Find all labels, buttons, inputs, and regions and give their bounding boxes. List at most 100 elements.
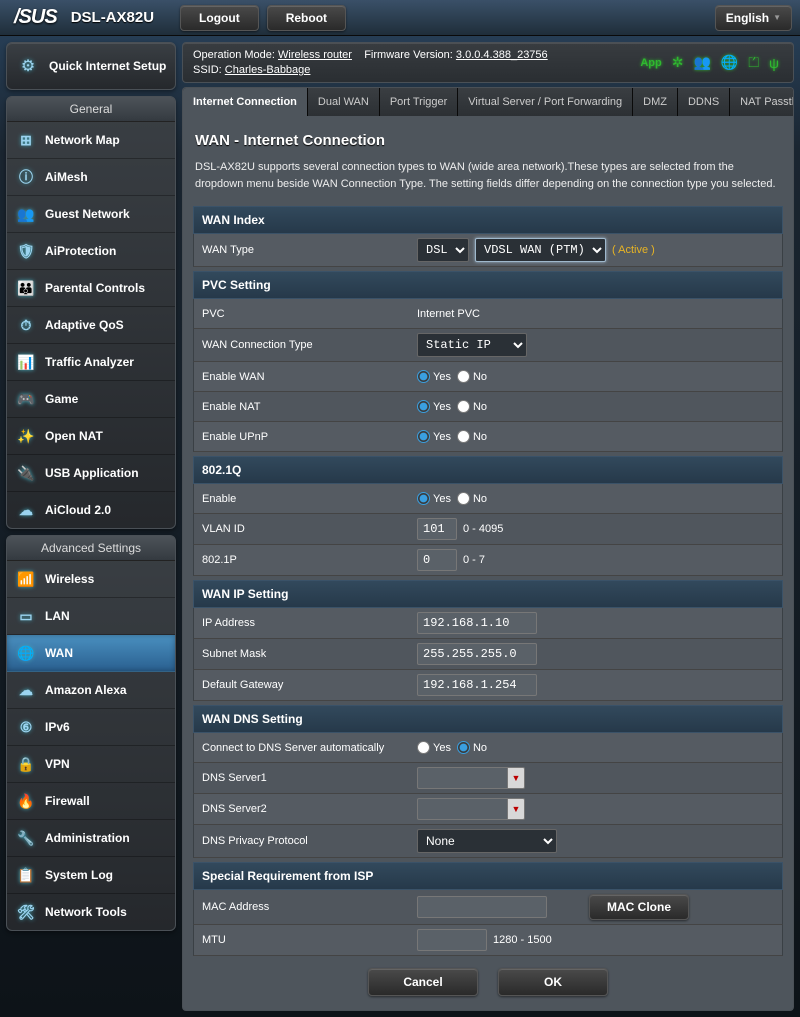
auto-dns-no[interactable] [457,741,470,754]
tab-virtual-server-port-forwarding[interactable]: Virtual Server / Port Forwarding [458,88,633,116]
app-link[interactable]: App [640,57,661,69]
enable-upnp-yes[interactable] [417,430,430,443]
language-selector[interactable]: English ▼ [715,5,792,31]
8021p-input[interactable] [417,549,457,571]
dns1-dropdown-button[interactable]: ▼ [507,767,525,789]
sidebar-item-lan[interactable]: ▭LAN [7,598,175,635]
section-header-general: General [7,97,175,122]
sidebar-item-adaptive-qos[interactable]: ⏱Adaptive QoS [7,307,175,344]
sidebar-item-aicloud-2-0[interactable]: ☁AiCloud 2.0 [7,492,175,528]
tab-ddns[interactable]: DDNS [678,88,730,116]
menu-label: System Log [45,868,113,882]
sidebar-item-wan[interactable]: 🌐WAN [7,635,175,672]
ip-input[interactable] [417,612,537,634]
row-dns-priv: DNS Privacy ProtocolNone [193,825,783,858]
enable-wan-no[interactable] [457,370,470,383]
sidebar-item-administration[interactable]: 🔧Administration [7,820,175,857]
menu-icon: ⊞ [15,129,37,151]
reboot-button[interactable]: Reboot [267,5,346,31]
sidebar-item-wireless[interactable]: 📶Wireless [7,561,175,598]
fw-label: Firmware Version: [364,49,453,61]
tab-dmz[interactable]: DMZ [633,88,678,116]
dns-priv-select[interactable]: None [417,829,557,853]
menu-label: Guest Network [45,207,130,221]
logout-button[interactable]: Logout [180,5,259,31]
ssid-link[interactable]: Charles-Babbage [225,64,311,76]
wan-type-select-2[interactable]: VDSL WAN (PTM) [475,238,606,262]
sidebar-item-vpn[interactable]: 🔒VPN [7,746,175,783]
sidebar-item-network-map[interactable]: ⊞Network Map [7,122,175,159]
q-enable-yes[interactable] [417,492,430,505]
mac-input[interactable] [417,896,547,918]
mask-input[interactable] [417,643,537,665]
users-icon[interactable]: 👥 [693,54,710,71]
tab-internet-connection[interactable]: Internet Connection [183,88,308,116]
menu-label: USB Application [45,466,139,480]
enable-wan-yes[interactable] [417,370,430,383]
row-wan-type: WAN Type DSL VDSL WAN (PTM) ( Active ) [193,234,783,267]
page-description: DSL-AX82U supports several connection ty… [193,159,783,202]
sidebar-item-aimesh[interactable]: ⓘAiMesh [7,159,175,196]
tab-nat-passthrough[interactable]: NAT Passthrough [730,88,794,116]
mtu-input[interactable] [417,929,487,951]
brand-logo: /SUS [8,6,63,29]
qis-label: Quick Internet Setup [49,59,166,73]
sidebar-item-ipv6[interactable]: ⑥IPv6 [7,709,175,746]
vlan-id-input[interactable] [417,518,457,540]
menu-icon: ☁ [15,679,37,701]
enable-upnp-no[interactable] [457,430,470,443]
enable-nat-no[interactable] [457,400,470,413]
menu-label: Open NAT [45,429,103,443]
auto-dns-yes[interactable] [417,741,430,754]
menu-label: Amazon Alexa [45,683,127,697]
menu-icon: 🎮 [15,388,37,410]
row-dns1: DNS Server1▼ [193,763,783,794]
dns2-input[interactable] [417,798,507,820]
conn-type-select[interactable]: Static IP [417,333,527,357]
row-vlan-id: VLAN ID0 - 4095 [193,514,783,545]
sidebar-item-usb-application[interactable]: 🔌 USB Application [7,455,175,492]
q-enable-no[interactable] [457,492,470,505]
tab-port-trigger[interactable]: Port Trigger [380,88,458,116]
row-enable-wan: Enable WANYesNo [193,362,783,392]
menu-icon: 🛠 [15,901,37,923]
menu-icon: 📋 [15,864,37,886]
info-bar: Operation Mode: Wireless router Firmware… [182,42,794,83]
row-mac: MAC AddressMAC Clone [193,890,783,925]
sidebar-item-firewall[interactable]: 🔥Firewall [7,783,175,820]
menu-icon: 🔌 [15,462,37,484]
row-enable-upnp: Enable UPnPYesNo [193,422,783,452]
section-wan-ip: WAN IP Setting [193,580,783,608]
enable-nat-yes[interactable] [417,400,430,413]
dns2-dropdown-button[interactable]: ▼ [507,798,525,820]
general-section: General ⊞Network MapⓘAiMesh👥Guest Networ… [6,96,176,529]
row-enable-nat: Enable NATYesNo [193,392,783,422]
row-gateway: Default Gateway [193,670,783,701]
gear-status-icon[interactable]: ✲ [672,54,684,71]
sidebar-item-game[interactable]: 🎮 Game [7,381,175,418]
sidebar-item-open-nat[interactable]: ✨Open NAT [7,418,175,455]
sidebar-item-aiprotection[interactable]: 🛡AiProtection [7,233,175,270]
usb-icon[interactable]: ψ [769,55,779,71]
sidebar-item-amazon-alexa[interactable]: ☁ Amazon Alexa [7,672,175,709]
menu-icon: ☁ [15,499,37,521]
main-content: Operation Mode: Wireless router Firmware… [182,42,794,1011]
globe-icon[interactable]: 🌐 [721,54,738,71]
sidebar-item-system-log[interactable]: 📋 System Log [7,857,175,894]
fw-link[interactable]: 3.0.0.4.388_23756 [456,49,548,61]
wan-type-select-1[interactable]: DSL [417,238,469,262]
mac-clone-button[interactable]: MAC Clone [589,894,689,920]
gateway-input[interactable] [417,674,537,696]
menu-label: Game [45,392,78,406]
status-icons: App ✲ 👥 🌐 ⏍ ψ [640,49,783,76]
quick-internet-setup[interactable]: ⚙ Quick Internet Setup [6,42,176,90]
sidebar-item-parental-controls[interactable]: 👪Parental Controls [7,270,175,307]
sidebar-item-network-tools[interactable]: 🛠Network Tools [7,894,175,930]
sidebar-item-guest-network[interactable]: 👥Guest Network [7,196,175,233]
tab-dual-wan[interactable]: Dual WAN [308,88,380,116]
op-mode-link[interactable]: Wireless router [278,49,352,61]
sidebar-item-traffic-analyzer[interactable]: 📊Traffic Analyzer [7,344,175,381]
wan-status-icon[interactable]: ⏍ [748,54,759,71]
dns1-input[interactable] [417,767,507,789]
top-bar: /SUS DSL-AX82U Logout Reboot English ▼ [0,0,800,36]
